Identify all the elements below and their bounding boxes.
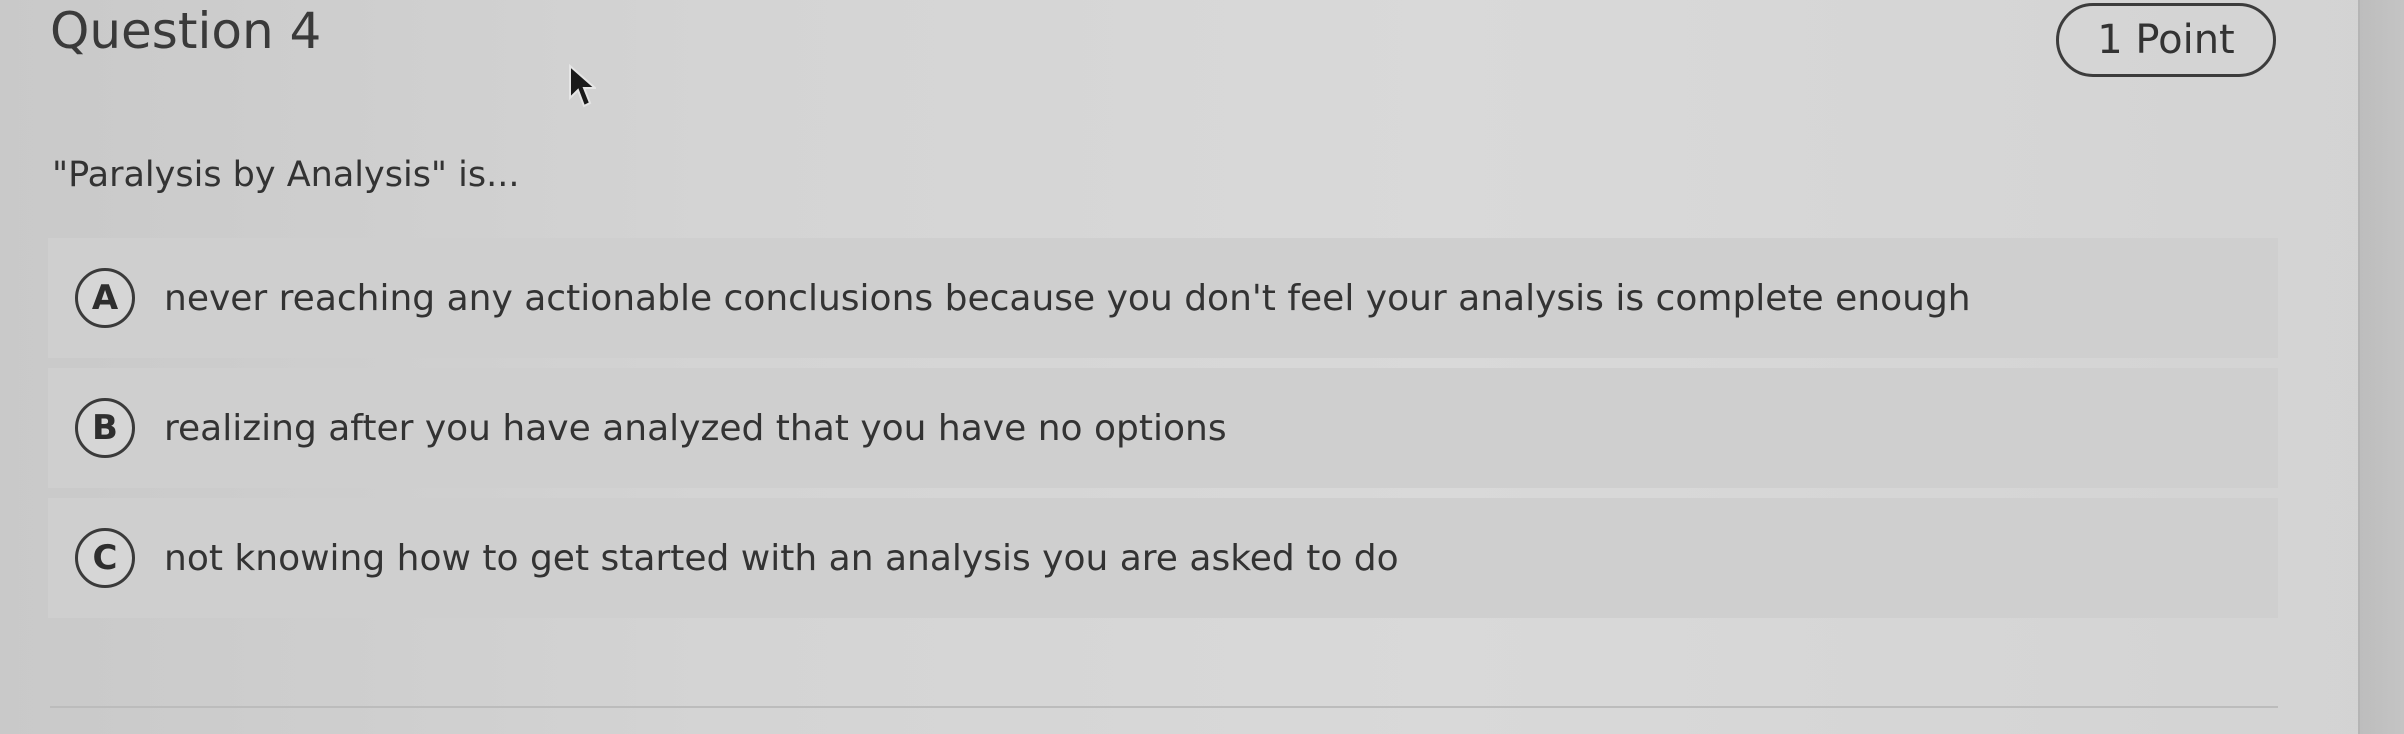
screen-edge <box>2358 0 2404 734</box>
option-letter-c-badge: C <box>75 528 135 588</box>
answer-option-c[interactable]: C not knowing how to get started with an… <box>48 498 2278 618</box>
answer-option-a[interactable]: A never reaching any actionable conclusi… <box>48 238 2278 358</box>
question-title: Question 4 <box>50 2 322 60</box>
answer-option-b[interactable]: B realizing after you have analyzed that… <box>48 368 2278 488</box>
quiz-page: Question 4 1 Point "Paralysis by Analysi… <box>0 0 2360 734</box>
option-letter-a-badge: A <box>75 268 135 328</box>
option-letter-b-badge: B <box>75 398 135 458</box>
points-badge: 1 Point <box>2056 3 2276 77</box>
question-prompt: "Paralysis by Analysis" is... <box>52 155 520 195</box>
option-text-c: not knowing how to get started with an a… <box>164 537 1399 579</box>
mouse-pointer-icon <box>569 64 596 108</box>
option-text-a: never reaching any actionable conclusion… <box>164 277 1971 319</box>
section-divider <box>50 706 2278 708</box>
answer-options: A never reaching any actionable conclusi… <box>48 238 2278 628</box>
option-text-b: realizing after you have analyzed that y… <box>164 407 1227 449</box>
